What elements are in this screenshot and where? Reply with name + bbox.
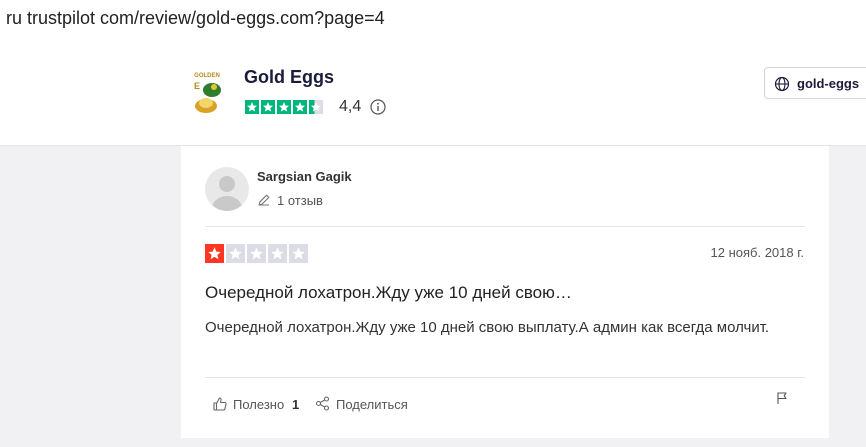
- pencil-icon: [258, 194, 270, 206]
- company-website-button[interactable]: gold-eggs: [764, 67, 866, 99]
- globe-icon: [774, 76, 790, 92]
- company-name[interactable]: Gold Eggs: [244, 67, 334, 88]
- thumbs-up-icon[interactable]: [212, 396, 228, 412]
- company-logo: GOLDEN E: [194, 73, 221, 113]
- flag-icon[interactable]: [775, 391, 789, 405]
- review-star-empty: [289, 244, 308, 263]
- company-star: [293, 100, 307, 114]
- url-text[interactable]: ru trustpilot com/review/gold-eggs.com?p…: [6, 8, 385, 29]
- company-star: [261, 100, 275, 114]
- info-icon[interactable]: [370, 99, 386, 115]
- svg-text:E: E: [194, 81, 200, 91]
- reviewer-name[interactable]: Sargsian Gagik: [257, 169, 352, 184]
- address-bar[interactable]: ru trustpilot com/review/gold-eggs.com?p…: [0, 0, 866, 40]
- share-icon[interactable]: [315, 396, 330, 411]
- share-button[interactable]: Поделиться: [336, 397, 408, 412]
- company-header: GOLDEN E Gold Eggs 4,4 gold-eggs: [0, 40, 866, 146]
- divider: [205, 377, 805, 378]
- avatar[interactable]: [205, 167, 249, 211]
- useful-count: 1: [292, 397, 300, 412]
- review-star-empty: [247, 244, 266, 263]
- review-date: 12 нояб. 2018 г.: [710, 245, 805, 260]
- company-star-rating: [245, 100, 323, 114]
- review-body: Очередной лохатрон.Жду уже 10 дней свою …: [205, 319, 770, 336]
- company-star-partial: [309, 100, 323, 114]
- reviewer-review-count: 1 отзыв: [277, 193, 323, 208]
- user-silhouette-icon: [211, 176, 243, 211]
- company-domain: gold-eggs: [797, 76, 860, 91]
- divider: [205, 226, 805, 227]
- company-star: [277, 100, 291, 114]
- review-star-empty: [226, 244, 245, 263]
- company-score: 4,4: [339, 98, 362, 115]
- review-star-filled: [205, 244, 224, 263]
- svg-text:GOLDEN: GOLDEN: [194, 73, 220, 79]
- company-star: [245, 100, 259, 114]
- review-title[interactable]: Очередной лохатрон.Жду уже 10 дней свою…: [205, 283, 572, 303]
- review-star-rating: [205, 244, 308, 263]
- review-card: Sargsian Gagik 1 отзыв 12 нояб. 2018 г. …: [181, 146, 829, 438]
- review-star-empty: [268, 244, 287, 263]
- useful-button[interactable]: Полезно: [233, 397, 284, 412]
